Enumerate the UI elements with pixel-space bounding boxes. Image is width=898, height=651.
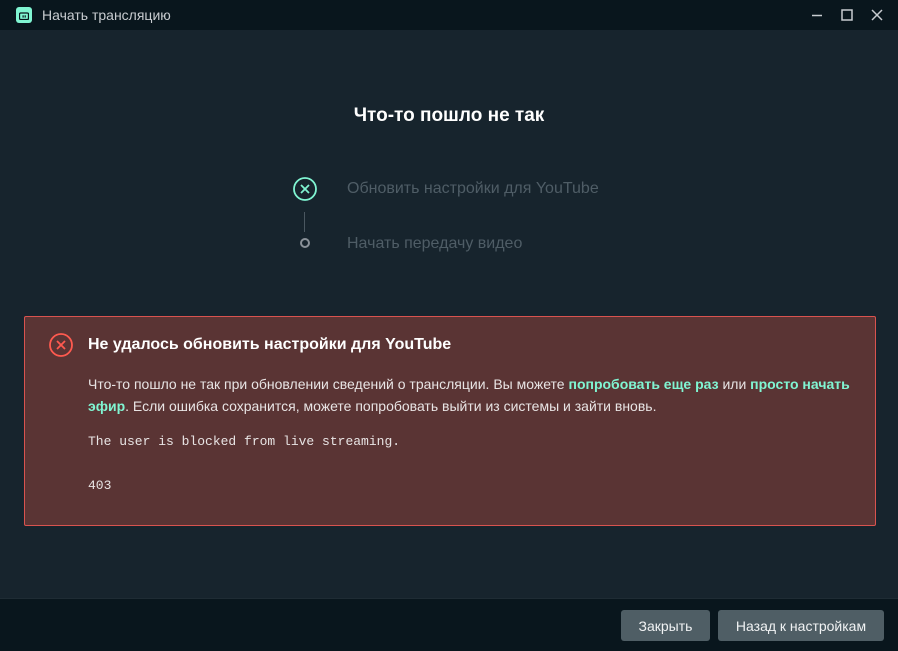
step-connector <box>304 212 305 232</box>
page-title: Что-то пошло не так <box>353 105 545 126</box>
minimize-icon <box>812 14 822 17</box>
window-title: Начать трансляцию <box>42 7 171 23</box>
error-panel: Не удалось обновить настройки для YouTub… <box>24 316 876 526</box>
error-circle-icon <box>48 332 74 358</box>
maximize-button[interactable] <box>836 4 858 26</box>
footer-bar: Закрыть Назад к настройкам <box>0 598 898 651</box>
streamlabs-logo-icon <box>16 7 32 23</box>
back-to-settings-button[interactable]: Назад к настройкам <box>718 610 884 641</box>
window-close-button[interactable] <box>866 4 888 26</box>
error-details: The user is blocked from live streaming. <box>88 434 401 449</box>
error-message-text: Что-то пошло не так при обновлении сведе… <box>88 376 569 392</box>
error-code: 403 <box>88 478 112 493</box>
error-title: Не удалось обновить настройки для YouTub… <box>88 336 452 353</box>
step-pending-icon <box>300 238 310 248</box>
step-label-start-stream: Начать передачу видео <box>347 235 523 252</box>
minimize-button[interactable] <box>806 4 828 26</box>
error-message-text: . Если ошибка сохранится, можете попробо… <box>125 398 657 414</box>
error-message-text: или <box>718 376 751 392</box>
step-error-icon <box>292 176 318 202</box>
error-message: Что-то пошло не так при обновлении сведе… <box>88 373 858 417</box>
close-icon <box>871 9 883 21</box>
step-label-update-settings: Обновить настройки для YouTube <box>347 180 599 197</box>
maximize-icon <box>841 9 853 21</box>
title-bar: Начать трансляцию <box>0 0 898 30</box>
retry-link[interactable]: попробовать еще раз <box>568 376 718 392</box>
close-button[interactable]: Закрыть <box>621 610 710 641</box>
